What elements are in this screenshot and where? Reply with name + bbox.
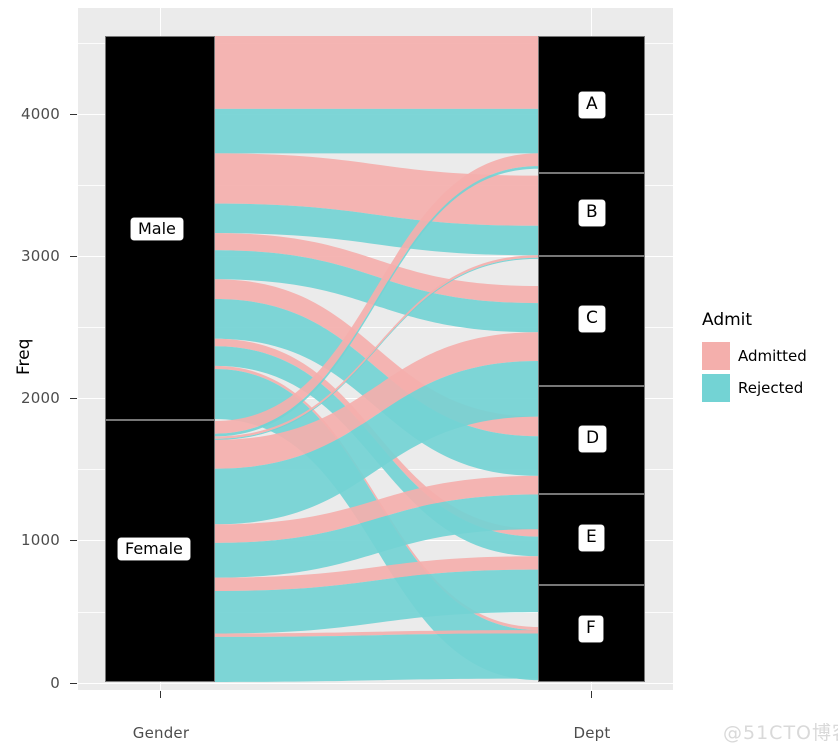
stratum-label-dept-a: A bbox=[579, 92, 605, 118]
legend-key-rejected[interactable] bbox=[702, 374, 730, 402]
y-tick-mark-1000 bbox=[70, 540, 77, 541]
x-tick-mark-dept bbox=[591, 691, 592, 698]
gridline-major-0 bbox=[78, 683, 673, 684]
stratum-label-female: Female bbox=[118, 538, 190, 561]
stratum-label-dept-f: F bbox=[579, 616, 603, 642]
watermark: @51CTO博客 bbox=[723, 722, 838, 744]
x-tick-label-dept: Dept bbox=[573, 724, 611, 742]
legend-title: Admit bbox=[702, 310, 753, 330]
y-tick-mark-3000 bbox=[70, 256, 77, 257]
legend-label-rejected: Rejected bbox=[738, 379, 804, 397]
chart-root: Male Female A B C D E F 4000 3000 2000 1… bbox=[0, 0, 838, 748]
y-tick-label-2000: 2000 bbox=[21, 389, 60, 407]
stratum-label-dept-e: E bbox=[579, 525, 604, 551]
stratum-label-dept-c: C bbox=[579, 306, 605, 332]
legend-key-admitted[interactable] bbox=[702, 342, 730, 370]
y-tick-label-4000: 4000 bbox=[21, 105, 60, 123]
legend: Admit Admitted Rejected bbox=[700, 310, 830, 410]
y-tick-mark-2000 bbox=[70, 398, 77, 399]
y-tick-label-1000: 1000 bbox=[21, 531, 60, 549]
y-tick-mark-4000 bbox=[70, 114, 77, 115]
y-axis-title: Freq bbox=[14, 338, 34, 375]
stratum-label-dept-b: B bbox=[579, 200, 605, 226]
stratum-label-dept-d: D bbox=[579, 426, 607, 452]
y-tick-mark-0 bbox=[70, 683, 77, 684]
x-tick-mark-gender bbox=[160, 691, 161, 698]
x-tick-label-gender: Gender bbox=[132, 724, 190, 742]
y-tick-label-0: 0 bbox=[50, 674, 60, 692]
y-tick-label-3000: 3000 bbox=[21, 247, 60, 265]
legend-label-admitted: Admitted bbox=[738, 347, 807, 365]
stratum-label-male: Male bbox=[131, 218, 183, 241]
